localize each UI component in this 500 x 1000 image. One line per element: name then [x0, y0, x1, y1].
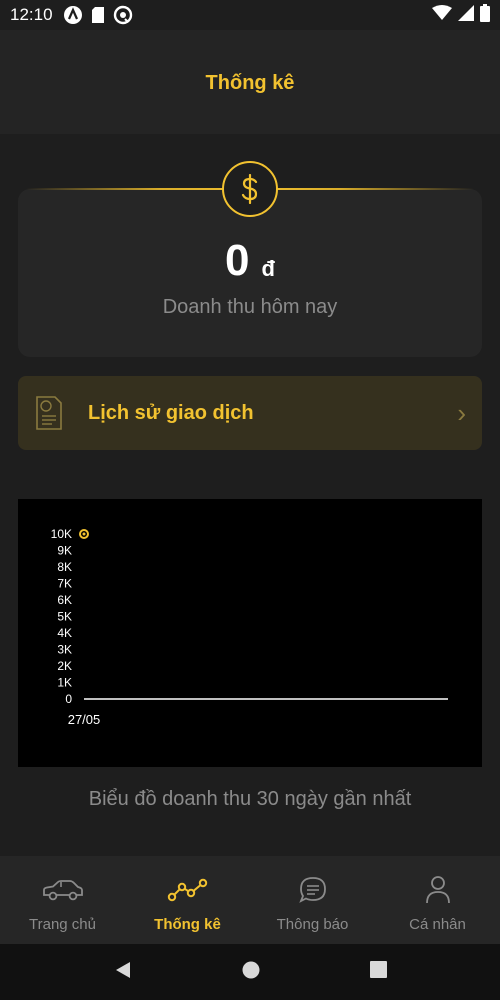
home-icon[interactable]	[242, 961, 260, 984]
nav-label-statistics: Thống kê	[154, 916, 221, 933]
y-tick-label: 6K	[57, 593, 72, 607]
y-tick-label: 7K	[57, 577, 72, 591]
legend-marker-dot	[82, 532, 86, 536]
chat-icon	[298, 874, 328, 906]
signal-icon	[458, 4, 474, 26]
person-icon	[425, 874, 451, 906]
app-header: Thống kê	[0, 30, 500, 134]
revenue-amount: 0	[225, 236, 250, 285]
page-title: Thống kê	[205, 71, 295, 94]
status-time: 12:10	[10, 5, 53, 24]
y-tick-label: 5K	[57, 610, 72, 624]
system-nav-bar	[0, 944, 500, 1000]
receipt-icon	[34, 395, 64, 431]
nav-item-home[interactable]: Trang chủ	[0, 856, 125, 944]
nav-item-profile[interactable]: Cá nhân	[375, 856, 500, 944]
revenue-label: Doanh thu hôm nay	[162, 296, 338, 318]
car-icon	[41, 874, 85, 906]
nav-label-profile: Cá nhân	[409, 916, 466, 933]
back-icon[interactable]	[114, 961, 132, 984]
nav-label-notifications: Thông báo	[276, 916, 349, 933]
y-tick-label: 0	[65, 692, 72, 706]
transaction-history-button[interactable]: Lịch sử giao dịch ›	[18, 376, 482, 450]
revenue-chart: 10K 9K 8K 7K 6K 5K 4K 3K 2K 1K 0 27/05	[18, 499, 482, 767]
y-tick-label: 2K	[57, 659, 72, 673]
chart-caption: Biểu đồ doanh thu 30 ngày gần nhất	[88, 788, 412, 810]
wifi-icon	[432, 4, 452, 26]
dollar-icon	[222, 161, 278, 217]
revenue-amount-row: 0 đ	[0, 236, 500, 286]
revenue-chart-svg: 10K 9K 8K 7K 6K 5K 4K 3K 2K 1K 0 27/05	[51, 527, 448, 727]
app-a-icon	[63, 5, 83, 25]
sd-card-icon	[91, 6, 105, 24]
y-tick-label: 8K	[57, 560, 72, 574]
y-tick-label: 4K	[57, 626, 72, 640]
chevron-right-icon: ›	[457, 397, 466, 428]
recents-icon[interactable]	[369, 961, 387, 983]
y-tick-label: 9K	[57, 544, 72, 558]
chart-icon	[167, 874, 209, 906]
status-bar: 12:10	[0, 0, 500, 30]
at-sign-icon	[113, 5, 133, 25]
y-tick-label: 10K	[51, 527, 72, 541]
battery-icon	[480, 3, 490, 27]
nav-item-notifications[interactable]: Thông báo	[250, 856, 375, 944]
currency-symbol: đ	[261, 256, 275, 281]
x-tick-label: 27/05	[68, 712, 101, 727]
transaction-history-label: Lịch sử giao dịch	[88, 401, 254, 424]
nav-item-statistics[interactable]: Thống kê	[125, 856, 250, 944]
nav-label-home: Trang chủ	[29, 916, 96, 933]
y-tick-label: 1K	[57, 676, 72, 690]
y-tick-label: 3K	[57, 643, 72, 657]
bottom-nav: Trang chủ Thống kê Thông báo Cá nhân	[0, 856, 500, 944]
